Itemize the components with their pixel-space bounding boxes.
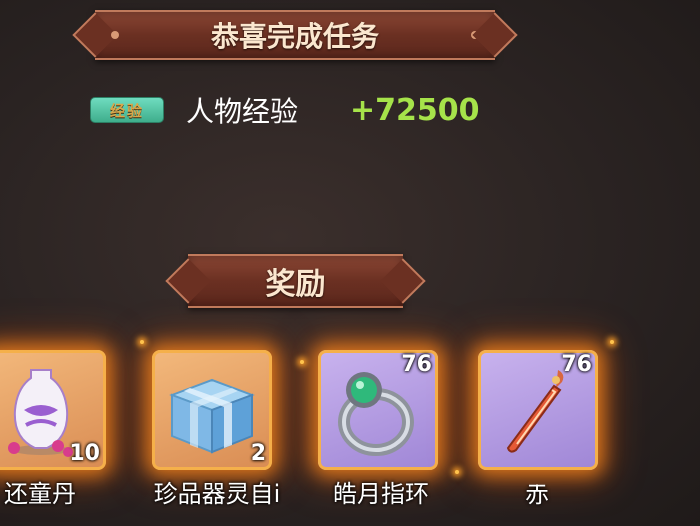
- spark: [610, 340, 614, 344]
- item-count: 2: [250, 441, 266, 466]
- item-count: 76: [401, 352, 432, 377]
- task-complete-title: 恭喜完成任务: [210, 20, 379, 53]
- item-count: 10: [69, 441, 100, 466]
- reward-item-name: 珍品器灵自i: [153, 480, 281, 508]
- gift-box-icon: [169, 378, 255, 454]
- spark: [300, 360, 304, 364]
- reward-item-huantongdan[interactable]: 10: [0, 350, 106, 470]
- reward-item-name: 皓月指环: [333, 480, 429, 508]
- reward-item-dagger[interactable]: 76: [478, 350, 598, 470]
- reward-banner: 奖励: [188, 254, 403, 308]
- experience-label: 人物经验: [186, 95, 299, 128]
- spark: [140, 340, 144, 344]
- experience-badge: 经验: [90, 97, 164, 123]
- task-complete-banner: 恭喜完成任务: [95, 10, 495, 60]
- spark: [455, 470, 459, 474]
- reward-title: 奖励: [265, 267, 326, 302]
- reward-item-ring[interactable]: 76: [318, 350, 438, 470]
- reward-item-gift-box[interactable]: 2: [152, 350, 272, 470]
- item-count: 76: [561, 352, 592, 377]
- reward-item-name: 赤: [525, 480, 549, 509]
- banner-ornament: [111, 31, 119, 39]
- experience-row: 经验 人物经验 +72500: [90, 90, 480, 130]
- reward-item-name: 还童丹: [4, 480, 76, 508]
- banner-ornament: [471, 31, 479, 39]
- experience-value: +72500: [350, 92, 480, 128]
